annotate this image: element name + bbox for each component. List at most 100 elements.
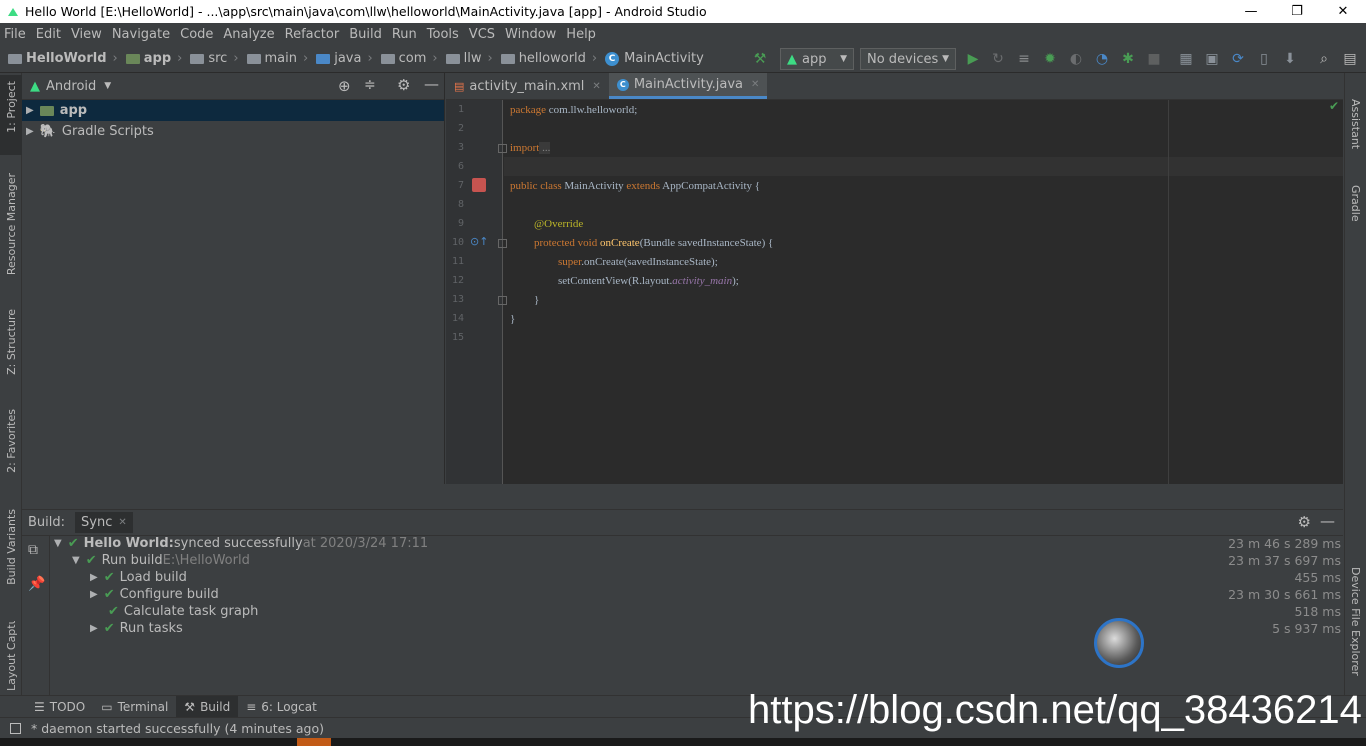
run-config-select[interactable]: ▲ app ▼ <box>780 48 854 70</box>
breadcrumb-app[interactable]: app › <box>125 51 182 66</box>
apply-code-changes-icon[interactable]: ≡ <box>1014 48 1034 70</box>
maximize-button[interactable]: ❐ <box>1274 0 1320 23</box>
inspection-ok-icon[interactable]: ✔ <box>1329 99 1339 114</box>
tab-layout-captures[interactable]: Layout Captures <box>5 621 18 691</box>
tab-logcat[interactable]: ≡ 6: Logcat <box>238 696 325 718</box>
tab-terminal[interactable]: ▭ Terminal <box>93 696 176 718</box>
build-duration: 23 m 46 s 289 ms <box>1228 536 1341 551</box>
run-icon[interactable]: ▶ <box>963 48 983 70</box>
collapse-all-icon[interactable]: ≑ <box>364 77 376 93</box>
menu-edit[interactable]: Edit <box>36 27 61 42</box>
stop-icon[interactable]: ■ <box>1144 48 1164 70</box>
menu-navigate[interactable]: Navigate <box>112 27 170 42</box>
override-method-icon[interactable]: ⊙↑ <box>470 235 488 248</box>
tab-sync[interactable]: Sync ✕ <box>75 512 133 533</box>
tab-todo[interactable]: ☰ TODO <box>26 696 93 718</box>
tab-structure[interactable]: Z: Structure <box>5 309 18 375</box>
expand-icon[interactable]: ▶ <box>90 589 98 600</box>
build-row[interactable]: ▼ ✔ Hello World: synced successfully at 2… <box>54 535 428 552</box>
tab-project[interactable]: 1: Project <box>5 81 18 133</box>
tab-device-file-explorer[interactable]: Device File Explorer <box>1349 567 1362 687</box>
breadcrumb-java[interactable]: java › <box>316 51 373 66</box>
build-row[interactable]: ▶ ✔ Run tasks <box>90 620 183 637</box>
toggle-tool-windows-icon[interactable] <box>10 722 21 734</box>
menu-build[interactable]: Build <box>349 27 382 42</box>
menu-help[interactable]: Help <box>566 27 596 42</box>
menu-vcs[interactable]: VCS <box>469 27 495 42</box>
collapse-icon[interactable]: ▼ <box>54 538 62 549</box>
profile-icon[interactable]: ◔ <box>1092 48 1112 70</box>
breadcrumb-src[interactable]: src › <box>190 51 239 66</box>
hide-panel-icon[interactable]: — <box>1320 512 1335 530</box>
menu-analyze[interactable]: Analyze <box>223 27 274 42</box>
breadcrumb-llw[interactable]: llw › <box>445 51 493 66</box>
coverage-icon[interactable]: ◐ <box>1066 48 1086 70</box>
breadcrumb-main[interactable]: main › <box>246 51 308 66</box>
list-icon: ☰ <box>34 699 45 714</box>
tab-resource-manager[interactable]: Resource Manager <box>5 173 18 275</box>
caret-row <box>504 157 1343 176</box>
close-tab-icon[interactable]: ✕ <box>751 79 759 90</box>
build-row[interactable]: ▶ ✔ Load build <box>90 569 187 586</box>
hide-panel-icon[interactable]: — <box>424 75 439 93</box>
tab-favorites[interactable]: 2: Favorites <box>5 409 18 473</box>
close-tab-icon[interactable]: ✕ <box>118 517 126 528</box>
close-button[interactable]: ✕ <box>1320 0 1366 23</box>
expand-icon[interactable]: ▶ <box>26 105 34 116</box>
debug-icon[interactable]: ✹ <box>1040 48 1060 70</box>
build-row[interactable]: ▼ ✔ Run build E:\HelloWorld <box>72 552 250 569</box>
expand-icon[interactable]: ▶ <box>90 572 98 583</box>
layout-file-icon[interactable] <box>472 178 486 192</box>
search-icon[interactable]: ⌕ <box>1314 48 1334 70</box>
chevron-down-icon[interactable]: ▼ <box>104 81 111 91</box>
gear-icon[interactable]: ⚙ <box>397 76 410 94</box>
menu-refactor[interactable]: Refactor <box>285 27 340 42</box>
expand-icon[interactable]: ▶ <box>90 623 98 634</box>
tree-item-gradle-scripts[interactable]: ▶ 🐘 Gradle Scripts <box>22 121 444 142</box>
build-row[interactable]: ▶ ✔ Configure build <box>90 586 219 603</box>
layout-inspector-icon[interactable]: ▣ <box>1202 48 1222 70</box>
collapse-icon[interactable]: ▼ <box>72 555 80 566</box>
tree-item-app[interactable]: ▶ app <box>22 100 444 121</box>
project-view-select[interactable]: Android <box>46 79 96 94</box>
tab-build[interactable]: ⚒ Build <box>176 695 239 718</box>
breadcrumb-project[interactable]: HelloWorld › <box>8 51 118 66</box>
tab-build-variants[interactable]: Build Variants <box>5 509 18 585</box>
expand-icon[interactable]: ▶ <box>26 126 34 137</box>
menu-window[interactable]: Window <box>505 27 556 42</box>
success-check-icon: ✔ <box>108 604 119 619</box>
code-area[interactable]: package com.llw.helloworld; import ... p… <box>504 99 1343 484</box>
toggle-view-icon[interactable]: ⧉ <box>28 542 38 558</box>
menu-tools[interactable]: Tools <box>427 27 459 42</box>
editor-tabs: ▤ activity_main.xml ✕ C MainActivity.jav… <box>446 73 1343 100</box>
tab-mainactivity-java[interactable]: C MainActivity.java ✕ <box>608 73 768 99</box>
package-icon <box>380 53 395 64</box>
breadcrumb-com[interactable]: com › <box>380 51 438 66</box>
toolbar-overflow-icon[interactable]: ▤ <box>1340 48 1360 70</box>
tab-activity-main-xml[interactable]: ▤ activity_main.xml ✕ <box>446 73 609 99</box>
menu-code[interactable]: Code <box>180 27 213 42</box>
apply-changes-icon[interactable]: ↻ <box>988 48 1008 70</box>
menu-run[interactable]: Run <box>392 27 417 42</box>
pin-icon[interactable]: 📌 <box>28 576 45 592</box>
tab-assistant[interactable]: Assistant <box>1349 99 1362 149</box>
avd-manager-icon[interactable]: ▯ <box>1254 48 1274 70</box>
device-select[interactable]: No devices ▼ <box>860 48 956 70</box>
tab-gradle[interactable]: Gradle <box>1349 185 1362 222</box>
attach-debugger-icon[interactable]: ✱ <box>1118 48 1138 70</box>
watermark-url: https://blog.csdn.net/qq_38436214 <box>748 688 1362 732</box>
breadcrumb-file[interactable]: C MainActivity <box>605 51 704 66</box>
project-structure-icon[interactable]: ▦ <box>1176 48 1196 70</box>
minimize-button[interactable]: — <box>1228 0 1274 23</box>
sdk-manager-icon[interactable]: ⬇ <box>1280 48 1300 70</box>
close-tab-icon[interactable]: ✕ <box>592 81 600 92</box>
locate-icon[interactable]: ⊕ <box>338 77 351 95</box>
code-line: @Override <box>534 218 584 230</box>
build-row[interactable]: ✔ Calculate task graph <box>108 603 258 620</box>
breadcrumb-helloworld[interactable]: helloworld › <box>500 51 597 66</box>
menu-file[interactable]: File <box>4 27 26 42</box>
sync-gradle-icon[interactable]: ⟳ <box>1228 48 1248 70</box>
make-project-icon[interactable]: ⚒ <box>750 48 770 70</box>
menu-view[interactable]: View <box>71 27 102 42</box>
gear-icon[interactable]: ⚙ <box>1298 513 1311 531</box>
